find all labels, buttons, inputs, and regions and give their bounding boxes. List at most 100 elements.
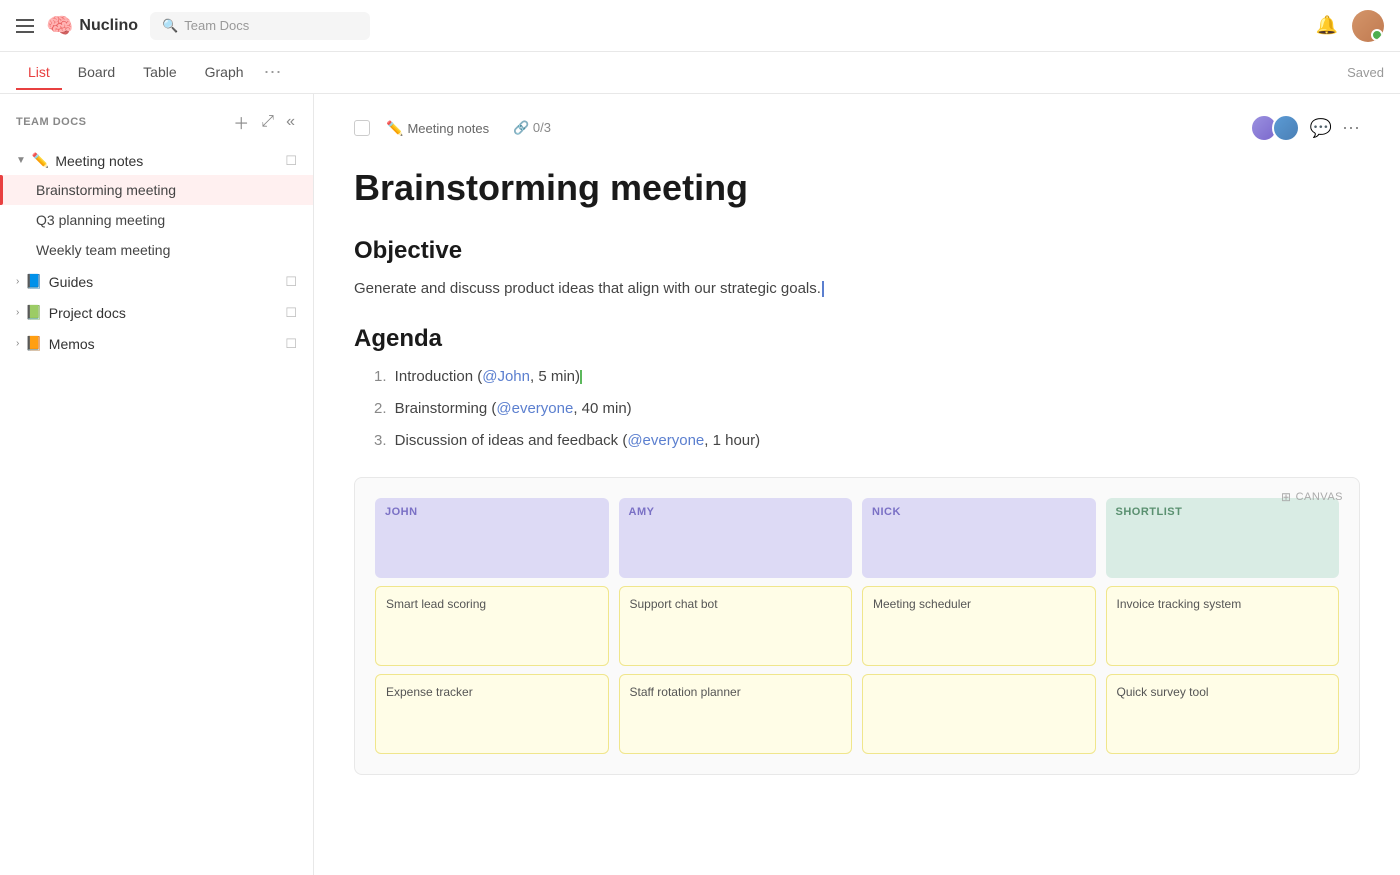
- objective-heading: Objective: [354, 237, 1360, 265]
- expand-sidebar-button[interactable]: ⤢: [259, 108, 276, 136]
- meeting-notes-breadcrumb-icon: ✏️: [386, 120, 403, 137]
- group-check-icon: ☐: [285, 305, 297, 321]
- sidebar-group-header-meeting-notes[interactable]: ▼ ✏️ Meeting notes ☐: [0, 146, 313, 175]
- sidebar-group-meeting-notes: ▼ ✏️ Meeting notes ☐ Brainstorming meeti…: [0, 146, 313, 265]
- mention-john[interactable]: @John: [482, 368, 530, 385]
- kanban-card-smart-lead-scoring[interactable]: Smart lead scoring: [375, 586, 609, 666]
- kanban-col-nick: NICK Meeting scheduler: [862, 498, 1096, 754]
- notifications-bell-icon[interactable]: 🔔: [1316, 15, 1338, 36]
- sidebar-item-brainstorming[interactable]: Brainstorming meeting: [0, 175, 313, 205]
- meeting-notes-icon: ✏️: [32, 152, 49, 169]
- sidebar-group-header-project-docs[interactable]: › 📗 Project docs ☐: [0, 298, 313, 327]
- text-cursor: [822, 281, 824, 297]
- sidebar-group-memos: › 📙 Memos ☐: [0, 329, 313, 358]
- kanban-col-header-john: JOHN: [375, 498, 609, 578]
- sidebar-group-name-guides: Guides: [49, 274, 280, 290]
- kanban-card-invoice-tracking-system[interactable]: Invoice tracking system: [1106, 586, 1340, 666]
- main-layout: TEAM DOCS ＋ ⤢ « ▼ ✏️ Meeting notes ☐ Bra…: [0, 94, 1400, 875]
- kanban-card-empty-nick: [862, 674, 1096, 754]
- document-collaborators: [1250, 114, 1300, 142]
- kanban-card-meeting-scheduler[interactable]: Meeting scheduler: [862, 586, 1096, 666]
- document-title[interactable]: Brainstorming meeting: [354, 166, 1360, 209]
- objective-section: Objective Generate and discuss product i…: [354, 237, 1360, 301]
- canvas-icon: ⊞: [1281, 490, 1292, 504]
- canvas-label: ⊞ CANVAS: [1281, 490, 1343, 504]
- kanban-col-shortlist: SHORTLIST Invoice tracking system Quick …: [1106, 498, 1340, 754]
- document-checkbox[interactable]: [354, 120, 370, 136]
- document-content: ✏️ Meeting notes 🔗 0/3 💬 ⋯ Brainstorming…: [314, 94, 1400, 875]
- kanban-col-header-shortlist: SHORTLIST: [1106, 498, 1340, 578]
- search-bar[interactable]: 🔍 Team Docs: [150, 12, 370, 40]
- agenda-item-1: Introduction (@John, 5 min): [374, 365, 1360, 389]
- topbar-right: 🔔: [1316, 10, 1384, 42]
- sidebar-group-name-project-docs: Project docs: [49, 305, 280, 321]
- mention-everyone-1[interactable]: @everyone: [496, 400, 573, 417]
- agenda-heading: Agenda: [354, 325, 1360, 353]
- logo: 🧠 Nuclino: [46, 13, 138, 39]
- agenda-list: Introduction (@John, 5 min) Brainstormin…: [374, 365, 1360, 453]
- tabs-more-icon[interactable]: ⋯: [264, 62, 282, 83]
- document-parent-label: Meeting notes: [407, 121, 489, 136]
- sidebar-header: TEAM DOCS ＋ ⤢ «: [0, 94, 313, 146]
- kanban-col-header-amy: AMY: [619, 498, 853, 578]
- tab-board[interactable]: Board: [66, 56, 127, 90]
- collapse-sidebar-button[interactable]: «: [284, 108, 297, 136]
- kanban-board: JOHN Smart lead scoring Expense tracker …: [375, 498, 1339, 754]
- group-check-icon: ☐: [285, 274, 297, 290]
- agenda-section: Agenda Introduction (@John, 5 min) Brain…: [354, 325, 1360, 453]
- document-header-right: 💬 ⋯: [1250, 114, 1360, 142]
- sidebar-title: TEAM DOCS: [16, 116, 223, 128]
- sidebar-actions: ＋ ⤢ «: [231, 108, 297, 136]
- sidebar: TEAM DOCS ＋ ⤢ « ▼ ✏️ Meeting notes ☐ Bra…: [0, 94, 314, 875]
- document-progress: 🔗 0/3: [513, 120, 551, 136]
- kanban-col-john: JOHN Smart lead scoring Expense tracker: [375, 498, 609, 754]
- sidebar-group-name-memos: Memos: [49, 336, 280, 352]
- sidebar-group-header-guides[interactable]: › 📘 Guides ☐: [0, 267, 313, 296]
- view-tabs-bar: List Board Table Graph ⋯ Saved: [0, 52, 1400, 94]
- mention-everyone-2[interactable]: @everyone: [627, 432, 704, 449]
- chevron-right-icon: ›: [16, 338, 19, 349]
- chevron-right-icon: ›: [16, 276, 19, 287]
- sidebar-group-name-meeting-notes: Meeting notes: [55, 153, 279, 169]
- canvas-container: ⊞ CANVAS JOHN Smart lead scoring Expense…: [354, 477, 1360, 775]
- memos-icon: 📙: [25, 335, 42, 352]
- topbar-left: 🧠 Nuclino 🔍 Team Docs: [16, 12, 1316, 40]
- tab-list[interactable]: List: [16, 56, 62, 90]
- sidebar-item-weekly-team[interactable]: Weekly team meeting: [0, 235, 313, 265]
- document-header-row: ✏️ Meeting notes 🔗 0/3 💬 ⋯: [354, 114, 1360, 142]
- kanban-card-staff-rotation-planner[interactable]: Staff rotation planner: [619, 674, 853, 754]
- logo-text: Nuclino: [79, 17, 138, 35]
- more-options-icon[interactable]: ⋯: [1342, 118, 1360, 139]
- kanban-card-support-chat-bot[interactable]: Support chat bot: [619, 586, 853, 666]
- group-check-icon: ☐: [285, 336, 297, 352]
- kanban-card-quick-survey-tool[interactable]: Quick survey tool: [1106, 674, 1340, 754]
- logo-icon: 🧠: [46, 13, 73, 39]
- objective-body: Generate and discuss product ideas that …: [354, 277, 1360, 301]
- saved-status: Saved: [1347, 65, 1384, 80]
- agenda-item-2: Brainstorming (@everyone, 40 min): [374, 397, 1360, 421]
- guides-icon: 📘: [25, 273, 42, 290]
- sidebar-group-project-docs: › 📗 Project docs ☐: [0, 298, 313, 327]
- sidebar-group-guides: › 📘 Guides ☐: [0, 267, 313, 296]
- kanban-col-header-nick: NICK: [862, 498, 1096, 578]
- chevron-down-icon: ▼: [16, 155, 26, 166]
- agenda-item-3: Discussion of ideas and feedback (@every…: [374, 429, 1360, 453]
- kanban-col-amy: AMY Support chat bot Staff rotation plan…: [619, 498, 853, 754]
- group-check-icon: ☐: [285, 153, 297, 169]
- hamburger-menu[interactable]: [16, 19, 34, 33]
- agenda-cursor-1: [580, 370, 582, 384]
- sidebar-item-q3-planning[interactable]: Q3 planning meeting: [0, 205, 313, 235]
- chevron-right-icon: ›: [16, 307, 19, 318]
- collaborator-avatar-2: [1272, 114, 1300, 142]
- search-icon: 🔍: [162, 18, 178, 34]
- tab-graph[interactable]: Graph: [193, 56, 256, 90]
- add-item-button[interactable]: ＋: [231, 108, 251, 136]
- chat-icon[interactable]: 💬: [1310, 118, 1332, 139]
- sidebar-group-header-memos[interactable]: › 📙 Memos ☐: [0, 329, 313, 358]
- project-docs-icon: 📗: [25, 304, 42, 321]
- kanban-card-expense-tracker[interactable]: Expense tracker: [375, 674, 609, 754]
- tab-table[interactable]: Table: [131, 56, 188, 90]
- document-parent-link[interactable]: ✏️ Meeting notes: [386, 120, 489, 137]
- user-avatar[interactable]: [1352, 10, 1384, 42]
- search-placeholder: Team Docs: [184, 18, 249, 33]
